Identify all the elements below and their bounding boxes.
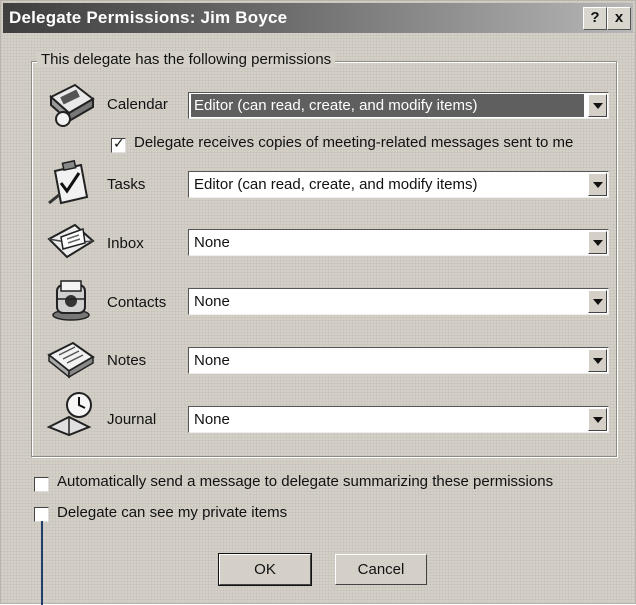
private-items-checkbox[interactable] [34, 507, 49, 522]
inbox-permission-value: None [194, 234, 230, 251]
journal-permission-select[interactable]: None [188, 406, 609, 433]
checkmark-icon: ✓ [113, 135, 125, 151]
help-button[interactable]: ? [583, 7, 607, 30]
auto-summary-label: Automatically send a message to delegate… [57, 473, 554, 490]
contacts-permission-value: None [194, 293, 230, 310]
ok-button[interactable]: OK [218, 553, 312, 586]
meeting-copies-checkbox[interactable]: ✓ [111, 135, 126, 153]
permissions-group-label: This delegate has the following permissi… [37, 51, 336, 68]
contacts-label: Contacts [107, 294, 167, 311]
journal-icon [46, 392, 92, 437]
close-button[interactable]: x [607, 7, 631, 30]
calendar-dropdown-arrow-icon[interactable] [588, 94, 607, 117]
auto-summary-checkbox[interactable] [34, 477, 49, 492]
journal-dropdown-arrow-icon[interactable] [588, 408, 607, 431]
calendar-permission-select[interactable]: Editor (can read, create, and modify ite… [188, 92, 609, 119]
inbox-icon [47, 223, 95, 259]
notes-dropdown-arrow-icon[interactable] [588, 349, 607, 372]
journal-permission-value: None [194, 411, 230, 428]
notes-permission-select[interactable]: None [188, 347, 609, 374]
tasks-label: Tasks [107, 176, 146, 193]
tasks-dropdown-arrow-icon[interactable] [588, 173, 607, 196]
calendar-icon [49, 83, 95, 127]
title-bar: Delegate Permissions: Jim Boyce ? x [3, 3, 633, 33]
calendar-label: Calendar [107, 96, 168, 113]
journal-label: Journal [107, 411, 157, 428]
private-items-label: Delegate can see my private items [57, 504, 288, 521]
inbox-label: Inbox [107, 235, 144, 252]
contacts-permission-select[interactable]: None [188, 288, 609, 315]
inbox-permission-select[interactable]: None [188, 229, 609, 256]
inbox-dropdown-arrow-icon[interactable] [588, 231, 607, 254]
permissions-group [31, 61, 617, 457]
delegate-permissions-dialog: Delegate Permissions: Jim Boyce ? x This… [0, 0, 636, 605]
cancel-button[interactable]: Cancel [335, 554, 427, 585]
notes-label: Notes [107, 352, 147, 369]
contacts-dropdown-arrow-icon[interactable] [588, 290, 607, 313]
tasks-permission-value: Editor (can read, create, and modify ite… [194, 176, 478, 193]
window-title: Delegate Permissions: Jim Boyce [9, 8, 288, 27]
tasks-permission-select[interactable]: Editor (can read, create, and modify ite… [188, 171, 609, 198]
focus-indicator [41, 521, 43, 605]
calendar-permission-value: Editor (can read, create, and modify ite… [191, 94, 584, 117]
notes-icon [47, 341, 95, 379]
meeting-copies-label: Delegate receives copies of meeting-rela… [134, 134, 574, 151]
contacts-icon [52, 280, 90, 321]
notes-permission-value: None [194, 352, 230, 369]
tasks-icon [48, 159, 89, 205]
